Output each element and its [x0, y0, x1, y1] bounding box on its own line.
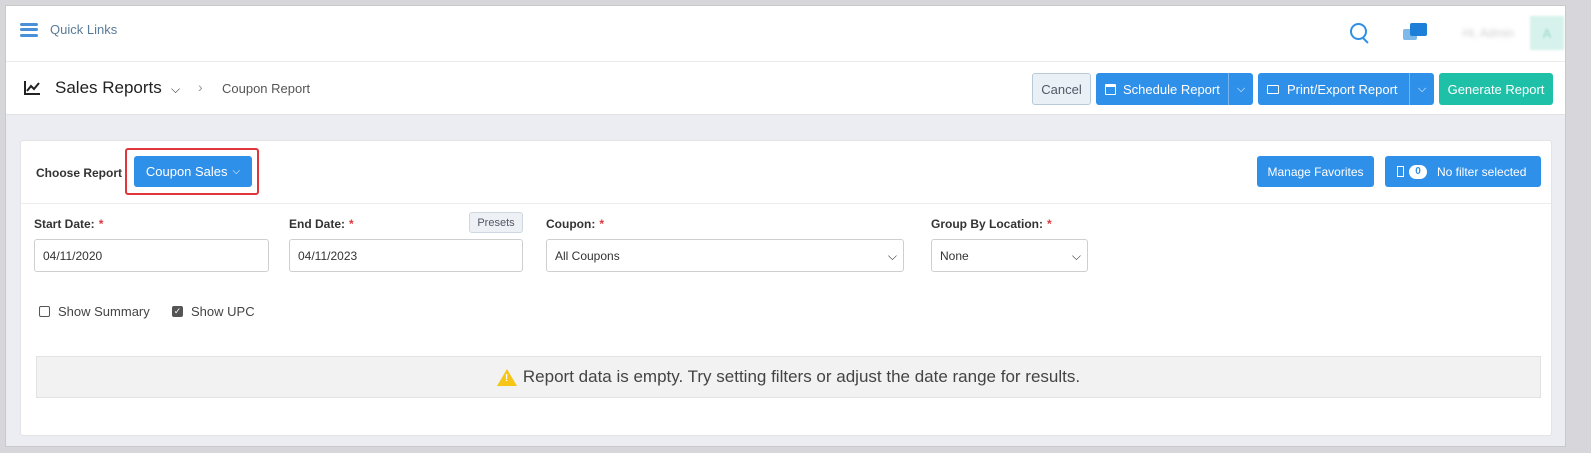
- chevron-right-icon: ›: [198, 79, 203, 95]
- show-summary-label: Show Summary: [58, 304, 150, 319]
- coupon-select-value: All Coupons: [555, 248, 620, 263]
- chevron-down-icon[interactable]: ⌵: [1228, 73, 1253, 105]
- cancel-label: Cancel: [1041, 81, 1082, 97]
- divider: [21, 203, 1551, 204]
- top-bar: Quick Links Hi, Admin A: [6, 6, 1565, 62]
- warning-icon: !: [496, 368, 517, 386]
- checkbox-box[interactable]: [39, 306, 50, 317]
- page-title[interactable]: Sales Reports: [55, 78, 162, 98]
- printer-icon: [1267, 84, 1279, 94]
- group-by-select-value: None: [940, 248, 969, 263]
- empty-state-banner: ! Report data is empty. Try setting filt…: [36, 356, 1541, 398]
- user-name[interactable]: Hi, Admin: [1463, 26, 1514, 40]
- print-export-main[interactable]: Print/Export Report: [1258, 82, 1409, 97]
- schedule-report-label: Schedule Report: [1123, 81, 1220, 97]
- chat-icon[interactable]: [1402, 23, 1429, 43]
- report-card: Choose Report Coupon Sales ⌵ Manage Favo…: [20, 140, 1552, 436]
- choose-report-label: Choose Report: [36, 166, 123, 180]
- calendar-icon: [1105, 83, 1116, 95]
- group-by-label-text: Group By Location:: [931, 217, 1043, 231]
- print-export-button[interactable]: Print/Export Report ⌵: [1258, 73, 1434, 105]
- required-mark: *: [1047, 217, 1052, 231]
- quick-links-label: Quick Links: [50, 22, 118, 37]
- chevron-down-icon: ⌵: [887, 249, 897, 263]
- schedule-report-button[interactable]: Schedule Report ⌵: [1096, 73, 1253, 105]
- cancel-button[interactable]: Cancel: [1032, 73, 1091, 105]
- menu-icon: [20, 22, 38, 37]
- start-date-label-text: Start Date:: [34, 217, 95, 231]
- end-date-label: End Date: *: [289, 217, 354, 231]
- filter-icon: [1397, 166, 1404, 177]
- end-date-label-text: End Date:: [289, 217, 346, 231]
- chart-icon: [24, 81, 40, 95]
- chevron-down-icon: ⌵: [1071, 249, 1081, 263]
- avatar[interactable]: A: [1530, 16, 1564, 50]
- coupon-select[interactable]: All Coupons ⌵: [546, 239, 904, 272]
- required-mark: *: [349, 217, 354, 231]
- print-export-label: Print/Export Report: [1287, 81, 1398, 97]
- show-upc-label: Show UPC: [191, 304, 255, 319]
- quick-links-button[interactable]: Quick Links: [20, 22, 117, 37]
- empty-message: Report data is empty. Try setting filter…: [522, 367, 1081, 386]
- top-icons: Hi, Admin A: [1349, 14, 1565, 52]
- breadcrumb: Coupon Report: [222, 81, 311, 96]
- start-date-label: Start Date: *: [34, 217, 103, 231]
- chevron-down-icon[interactable]: ⌵: [171, 82, 180, 97]
- coupon-label-text: Coupon:: [546, 217, 596, 231]
- generate-report-label: Generate Report: [1447, 81, 1545, 97]
- required-mark: *: [599, 217, 604, 231]
- generate-report-button[interactable]: Generate Report: [1439, 73, 1553, 105]
- manage-favorites-label: Manage Favorites: [1267, 164, 1364, 179]
- presets-button[interactable]: Presets: [469, 212, 523, 233]
- group-by-label: Group By Location: *: [931, 217, 1052, 231]
- chevron-down-icon: ⌵: [232, 166, 241, 177]
- schedule-report-main[interactable]: Schedule Report: [1096, 82, 1228, 97]
- end-date-input[interactable]: 04/11/2023: [289, 239, 523, 272]
- page-header: Sales Reports ⌵ › Coupon Report Cancel S…: [6, 62, 1565, 115]
- start-date-input[interactable]: 04/11/2020: [34, 239, 269, 272]
- coupon-label: Coupon: *: [546, 217, 604, 231]
- show-summary-checkbox[interactable]: Show Summary: [39, 304, 150, 319]
- required-mark: *: [98, 217, 104, 231]
- group-by-select[interactable]: None ⌵: [931, 239, 1088, 272]
- filter-count-badge: 0: [1409, 164, 1427, 179]
- show-upc-checkbox[interactable]: ✓ Show UPC: [172, 304, 255, 319]
- filter-button[interactable]: 0 No filter selected: [1385, 156, 1541, 187]
- checkbox-box[interactable]: ✓: [172, 306, 183, 317]
- search-icon[interactable]: [1349, 23, 1369, 44]
- manage-favorites-button[interactable]: Manage Favorites: [1257, 156, 1374, 187]
- chevron-down-icon[interactable]: ⌵: [1409, 73, 1434, 105]
- report-selector-label: Coupon Sales: [145, 164, 228, 179]
- filter-label: No filter selected: [1437, 164, 1527, 179]
- report-selector-button[interactable]: Coupon Sales ⌵: [134, 156, 252, 187]
- app-window: Quick Links Hi, Admin A Sales Reports ⌵ …: [5, 5, 1566, 447]
